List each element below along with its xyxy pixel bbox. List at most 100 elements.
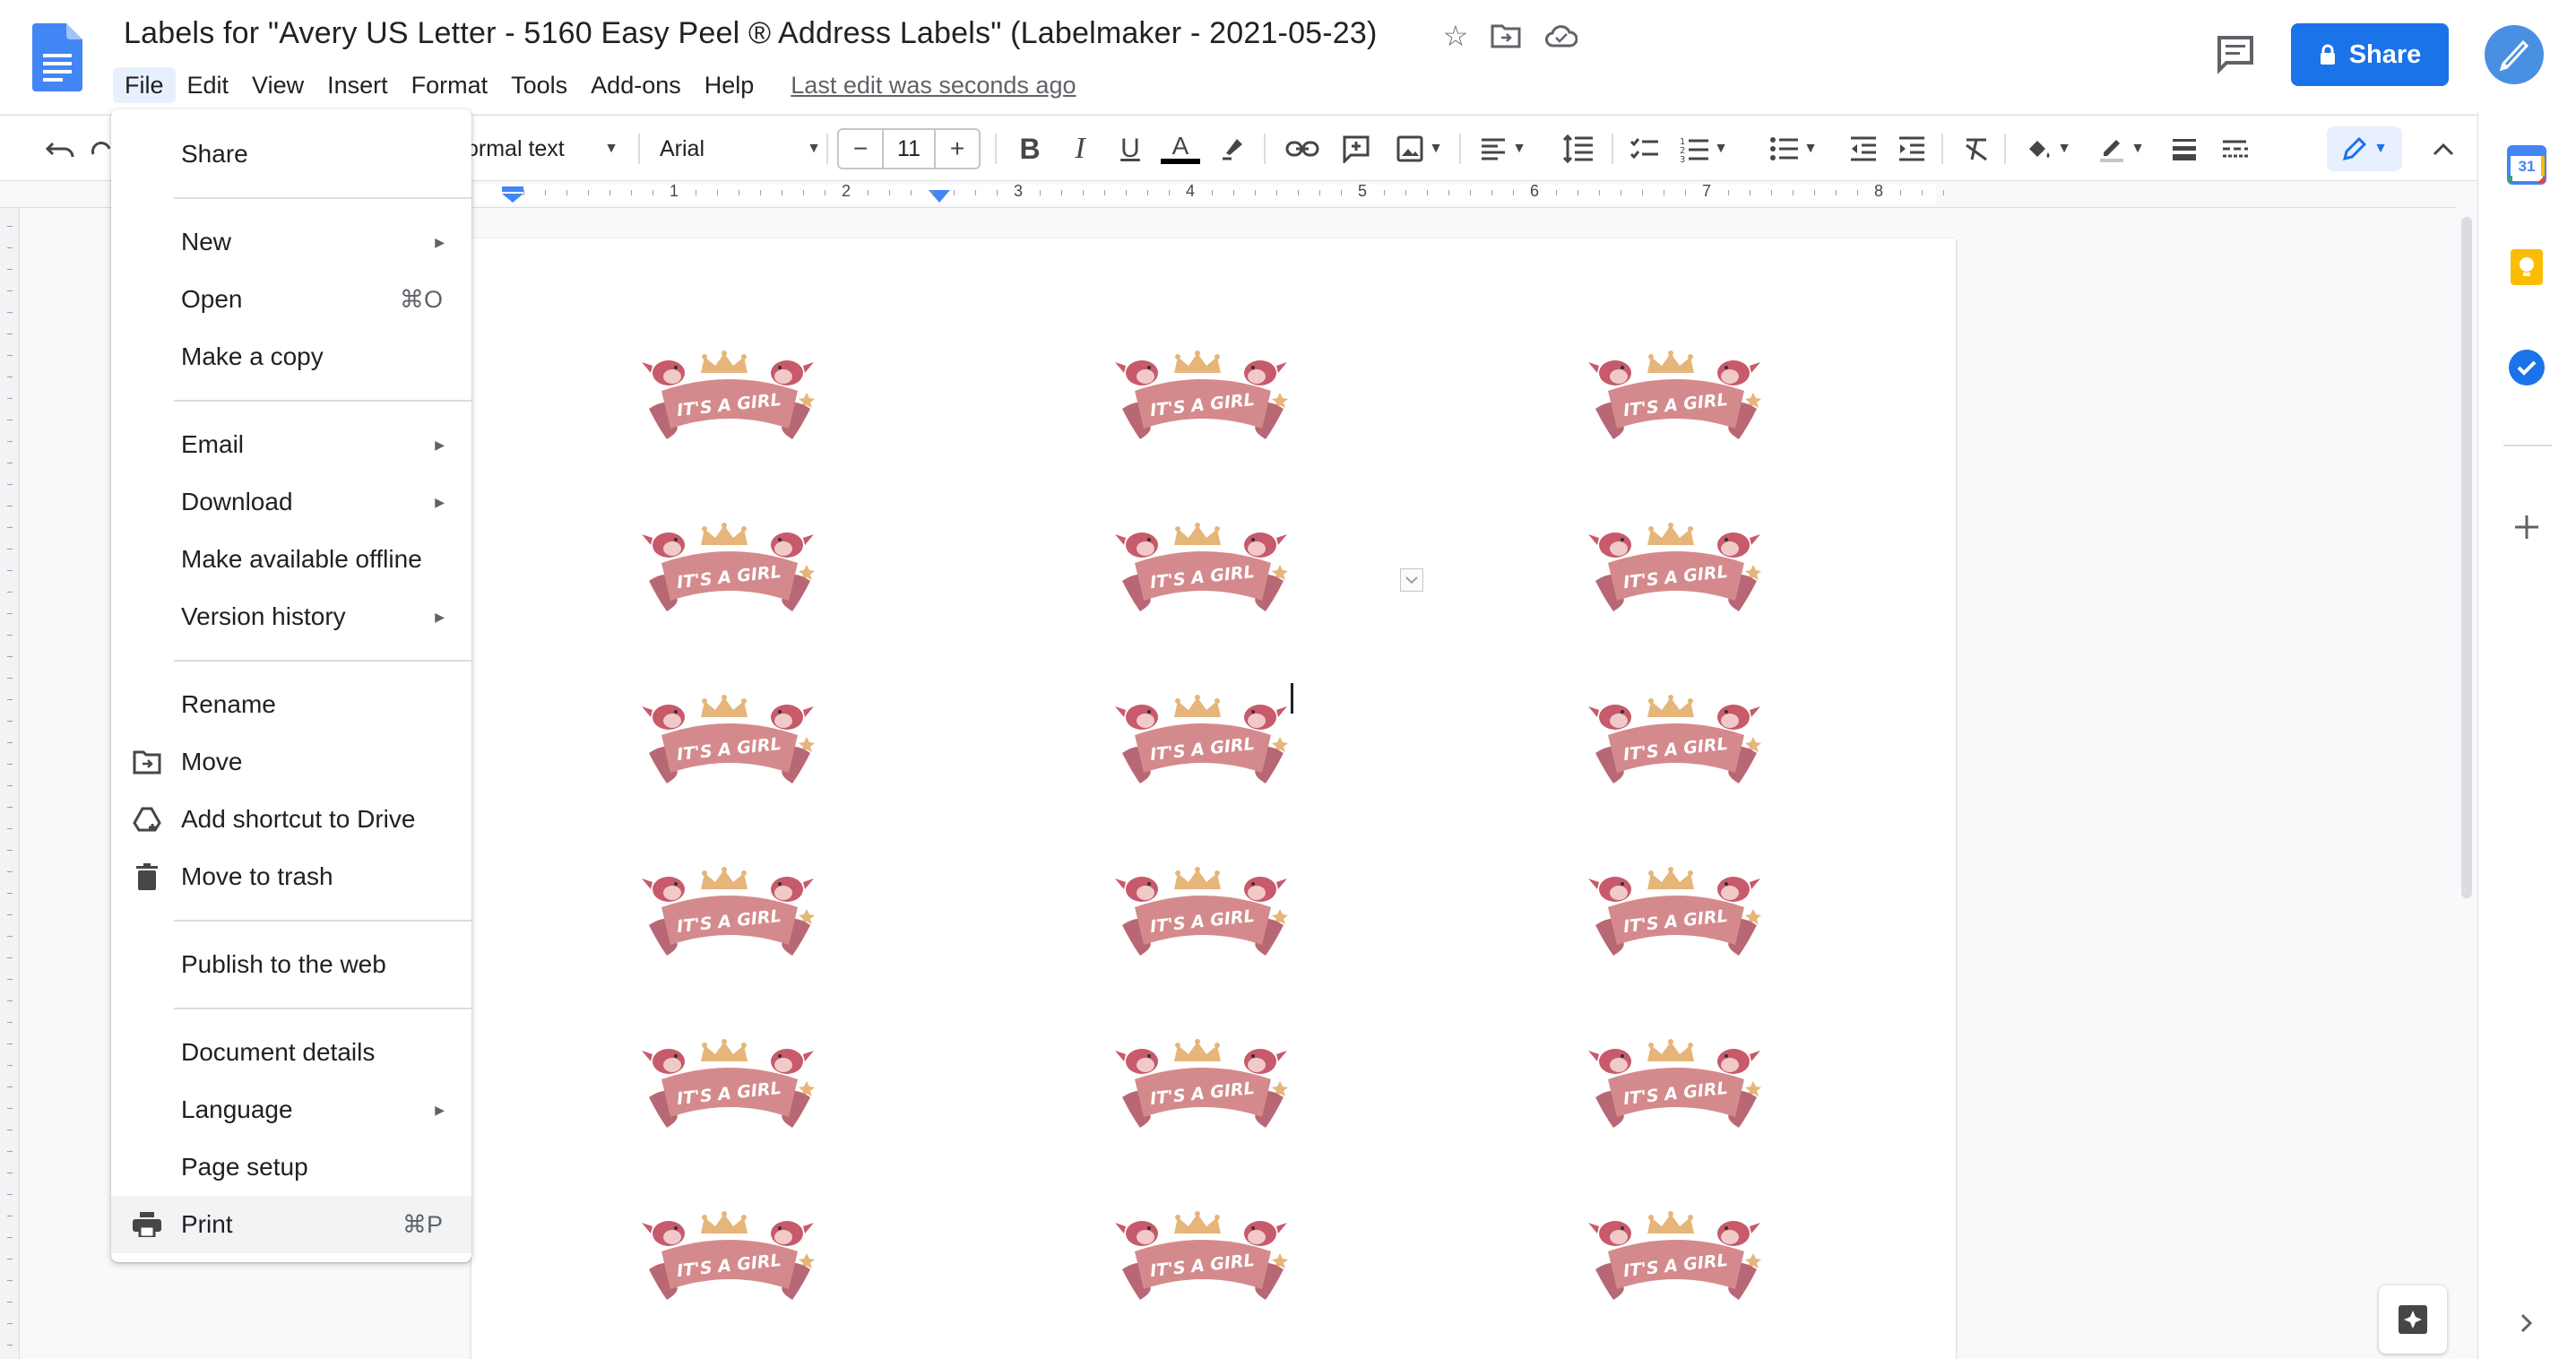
redo-icon[interactable]	[88, 128, 113, 169]
menu-file[interactable]: File	[113, 67, 176, 103]
label-sticker[interactable]: IT'S A GIRL	[1113, 862, 1292, 970]
file-menu-publish[interactable]: Publish to the web	[111, 936, 471, 993]
document-page[interactable]: IT'S A GIRL IT'S A GIRL IT'S A GIRL IT'S A …	[471, 238, 1956, 1359]
star-icon[interactable]: ☆	[1438, 18, 1474, 54]
checklist-icon[interactable]	[1624, 128, 1665, 169]
file-menu-make-offline[interactable]: Make available offline	[111, 531, 471, 588]
label-sticker[interactable]: IT'S A GIRL	[1586, 346, 1766, 454]
fill-color-icon[interactable]: ▼	[2017, 128, 2079, 169]
menu-view[interactable]: View	[240, 67, 316, 103]
file-menu-print[interactable]: Print ⌘P	[111, 1196, 471, 1253]
border-color-icon[interactable]: ▼	[2090, 128, 2153, 169]
menu-addons[interactable]: Add-ons	[579, 67, 693, 103]
label-sticker[interactable]: IT'S A GIRL	[1113, 346, 1292, 454]
menu-edit[interactable]: Edit	[176, 67, 241, 103]
file-menu-email[interactable]: Email ▶	[111, 416, 471, 473]
underline-icon[interactable]: U	[1110, 128, 1151, 169]
add-addon-plus-icon[interactable]	[2505, 506, 2548, 549]
file-menu-share[interactable]: Share	[111, 126, 471, 183]
move-folder-icon[interactable]	[1488, 18, 1524, 54]
label-sticker[interactable]: IT'S A GIRL	[640, 1034, 819, 1142]
menu-tools[interactable]: Tools	[499, 67, 579, 103]
undo-icon[interactable]	[39, 128, 82, 169]
label-sticker[interactable]: IT'S A GIRL	[1586, 1034, 1766, 1142]
label-sticker[interactable]: IT'S A GIRL	[1113, 1207, 1292, 1314]
table-cell-menu-chevron-icon[interactable]	[1400, 568, 1423, 592]
label-sticker[interactable]: IT'S A GIRL	[1586, 690, 1766, 798]
line-spacing-icon[interactable]	[1556, 128, 1601, 169]
border-dash-icon[interactable]	[2214, 128, 2255, 169]
insert-link-icon[interactable]	[1280, 128, 1325, 169]
file-menu-page-setup[interactable]: Page setup	[111, 1138, 471, 1196]
calendar-icon[interactable]: 31	[2505, 143, 2548, 186]
label-sticker[interactable]: IT'S A GIRL	[1586, 518, 1766, 626]
label-sticker[interactable]: IT'S A GIRL	[1113, 518, 1292, 626]
label-sticker[interactable]: IT'S A GIRL	[1586, 862, 1766, 970]
expand-panel-chevron-right-icon[interactable]	[2505, 1302, 2548, 1345]
tasks-icon[interactable]	[2505, 346, 2548, 389]
add-comment-icon[interactable]	[1334, 128, 1379, 169]
file-menu-document-details[interactable]: Document details	[111, 1024, 471, 1081]
account-avatar[interactable]	[2485, 25, 2544, 84]
file-menu-language[interactable]: Language ▶	[111, 1081, 471, 1138]
editing-mode-button[interactable]: ▼	[2327, 126, 2402, 171]
file-menu-version-history[interactable]: Version history ▶	[111, 588, 471, 645]
bold-icon[interactable]: B	[1009, 128, 1050, 169]
label-sticker[interactable]: IT'S A GIRL	[1113, 1034, 1292, 1142]
scrollbar-thumb[interactable]	[2461, 217, 2472, 898]
ruler-tick	[566, 190, 567, 195]
label-sticker[interactable]: IT'S A GIRL	[640, 518, 819, 626]
font-size-input[interactable]: 11	[884, 130, 934, 168]
label-sticker[interactable]: IT'S A GIRL	[640, 346, 819, 454]
increase-font-size-button[interactable]: +	[934, 130, 979, 168]
clear-formatting-icon[interactable]	[1956, 128, 1997, 169]
bulleted-list-icon[interactable]: ▼	[1762, 128, 1825, 169]
label-sticker[interactable]: IT'S A GIRL	[1113, 690, 1292, 798]
explore-button[interactable]	[2379, 1285, 2447, 1354]
numbered-list-icon[interactable]: 123 ▼	[1673, 128, 1735, 169]
docs-logo-icon[interactable]	[32, 23, 82, 91]
highlight-color-icon[interactable]	[1212, 128, 1253, 169]
ruler-tick	[1319, 190, 1320, 195]
document-title[interactable]: Labels for "Avery US Letter - 5160 Easy …	[124, 16, 1378, 51]
side-panel-divider	[2503, 445, 2552, 446]
decrease-indent-icon[interactable]	[1843, 128, 1884, 169]
keep-icon[interactable]	[2505, 246, 2548, 289]
text-color-icon[interactable]: A	[1160, 128, 1201, 169]
border-width-icon[interactable]	[2164, 128, 2205, 169]
file-menu-move[interactable]: Move	[111, 733, 471, 791]
file-menu-make-copy[interactable]: Make a copy	[111, 328, 471, 385]
share-button[interactable]: Share	[2291, 23, 2449, 86]
ruler-tick	[911, 190, 912, 195]
last-edit-link[interactable]: Last edit was seconds ago	[791, 72, 1076, 100]
paragraph-style-select[interactable]: ormal text ▼	[466, 128, 618, 169]
label-sticker[interactable]: IT'S A GIRL	[640, 862, 819, 970]
increase-indent-icon[interactable]	[1891, 128, 1932, 169]
menu-insert[interactable]: Insert	[316, 67, 400, 103]
vertical-ruler[interactable]	[0, 208, 20, 1359]
cloud-saved-icon[interactable]	[1543, 18, 1579, 54]
hide-menus-chevron-up-icon[interactable]	[2425, 128, 2461, 169]
label-sticker[interactable]: IT'S A GIRL	[640, 1207, 819, 1314]
ruler-tick	[868, 190, 869, 195]
file-menu-rename[interactable]: Rename	[111, 676, 471, 733]
file-menu-label: Add shortcut to Drive	[181, 805, 416, 833]
decrease-font-size-button[interactable]: −	[839, 130, 884, 168]
file-menu-download[interactable]: Download ▶	[111, 473, 471, 531]
file-menu-open[interactable]: Open ⌘O	[111, 271, 471, 328]
menu-format[interactable]: Format	[400, 67, 500, 103]
file-menu-move-to-trash[interactable]: Move to trash	[111, 848, 471, 905]
file-menu-add-shortcut[interactable]: Add shortcut to Drive	[111, 791, 471, 848]
label-sticker[interactable]: IT'S A GIRL	[640, 690, 819, 798]
label-sticker[interactable]: IT'S A GIRL	[1586, 1207, 1766, 1314]
left-indent-marker-icon[interactable]	[502, 186, 523, 204]
font-select[interactable]: Arial ▼	[660, 128, 821, 169]
italic-icon[interactable]: I	[1059, 128, 1101, 169]
insert-image-icon[interactable]: ▼	[1387, 128, 1452, 169]
align-left-icon[interactable]: ▼	[1474, 128, 1533, 169]
comment-history-icon[interactable]	[2212, 30, 2259, 77]
ruler-tick	[7, 290, 13, 291]
vertical-scrollbar[interactable]	[2456, 208, 2477, 1359]
file-menu-new[interactable]: New ▶	[111, 213, 471, 271]
menu-help[interactable]: Help	[693, 67, 766, 103]
